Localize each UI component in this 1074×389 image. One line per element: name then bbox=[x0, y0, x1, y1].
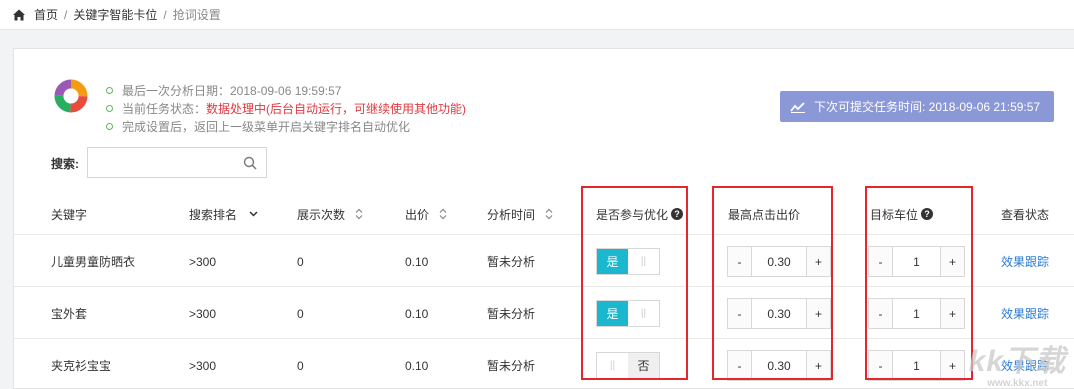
highlight-box-target-slot bbox=[865, 186, 973, 380]
cell-impressions: 0 bbox=[297, 254, 304, 269]
cell-impressions: 0 bbox=[297, 306, 304, 321]
cell-keyword: 宝外套 bbox=[51, 307, 88, 321]
col-keyword-label: 关键字 bbox=[51, 207, 88, 222]
tip-text: 完成设置后，返回上一级菜单开启关键字排名自动优化 bbox=[122, 119, 411, 134]
search-input[interactable] bbox=[88, 148, 238, 177]
last-analysis-text: 最后一次分析日期：2018-09-06 19:59:57 bbox=[122, 83, 342, 98]
breadcrumb-keyword-slot[interactable]: 关键字智能卡位 bbox=[73, 6, 157, 23]
settings-card: 最后一次分析日期：2018-09-06 19:59:57 当前任务状态： 数据处理… bbox=[13, 48, 1074, 389]
cell-rank: >300 bbox=[189, 254, 217, 269]
cell-rank: >300 bbox=[189, 358, 217, 373]
cell-bid: 0.10 bbox=[405, 306, 429, 321]
breadcrumb: 首页 / 关键字智能卡位 / 抢词设置 bbox=[0, 0, 1074, 30]
sort-icon bbox=[355, 208, 363, 220]
col-view-status-label: 查看状态 bbox=[1001, 207, 1050, 222]
search-box bbox=[87, 147, 267, 178]
col-keyword: 关键字 bbox=[51, 193, 87, 235]
info-tip: 完成设置后，返回上一级菜单开启关键字排名自动优化 bbox=[106, 117, 466, 135]
sort-icon bbox=[439, 208, 447, 220]
task-status-label: 当前任务状态： bbox=[122, 101, 207, 116]
status-dot-icon bbox=[106, 86, 113, 94]
col-rank[interactable]: 搜索排名 bbox=[189, 193, 258, 235]
track-effect-link[interactable]: 效果跟踪 bbox=[1001, 236, 1049, 287]
trend-chart-icon bbox=[790, 101, 805, 113]
cell-keyword: 夹克衫宝宝 bbox=[51, 359, 112, 373]
col-bid[interactable]: 出价 bbox=[405, 193, 447, 235]
breadcrumb-current: 抢词设置 bbox=[172, 8, 221, 22]
col-impressions[interactable]: 展示次数 bbox=[297, 193, 363, 235]
highlight-box-participate bbox=[581, 186, 688, 380]
breadcrumb-separator: / bbox=[64, 7, 68, 22]
next-submit-text: 下次可提交任务时间: 2018-09-06 21:59:57 bbox=[814, 100, 1041, 114]
task-status-value: 数据处理中(后台自动运行，可继续使用其他功能) bbox=[206, 101, 467, 116]
breadcrumb-home[interactable]: 首页 bbox=[34, 6, 58, 23]
col-view-status: 查看状态 bbox=[1001, 193, 1049, 235]
watermark: kk下载 www.kkx.net bbox=[969, 346, 1066, 389]
cell-analysis-time: 暂未分析 bbox=[487, 307, 536, 321]
col-bid-label: 出价 bbox=[405, 207, 430, 222]
status-dot-icon bbox=[106, 104, 113, 112]
highlight-box-max-bid bbox=[712, 186, 833, 380]
col-rank-label: 搜索排名 bbox=[189, 207, 238, 222]
home-icon[interactable] bbox=[12, 8, 26, 22]
watermark-url: www.kkx.net bbox=[987, 378, 1048, 389]
status-dot-icon bbox=[106, 122, 113, 130]
breadcrumb-separator: / bbox=[163, 7, 167, 22]
chevron-down-icon bbox=[249, 211, 258, 217]
cell-analysis-time: 暂未分析 bbox=[487, 255, 536, 269]
cell-analysis-time: 暂未分析 bbox=[487, 359, 536, 373]
sort-icon bbox=[545, 208, 553, 220]
search-icon[interactable] bbox=[243, 156, 257, 170]
cell-impressions: 0 bbox=[297, 358, 304, 373]
cell-keyword: 儿童男童防晒衣 bbox=[51, 255, 136, 269]
col-analysis-time-label: 分析时间 bbox=[487, 207, 536, 222]
track-effect-link[interactable]: 效果跟踪 bbox=[1001, 288, 1049, 339]
watermark-logo: kk下载 bbox=[968, 345, 1066, 378]
search-label: 搜索: bbox=[51, 157, 79, 171]
cell-bid: 0.10 bbox=[405, 254, 429, 269]
info-task-status: 当前任务状态： 数据处理中(后台自动运行，可继续使用其他功能) bbox=[106, 99, 466, 117]
info-last-analysis: 最后一次分析日期：2018-09-06 19:59:57 bbox=[106, 81, 466, 99]
next-submit-button[interactable]: 下次可提交任务时间: 2018-09-06 21:59:57 bbox=[780, 91, 1054, 122]
cell-bid: 0.10 bbox=[405, 358, 429, 373]
col-impressions-label: 展示次数 bbox=[297, 207, 346, 222]
task-info: 最后一次分析日期：2018-09-06 19:59:57 当前任务状态： 数据处理… bbox=[106, 81, 466, 135]
cell-rank: >300 bbox=[189, 306, 217, 321]
col-analysis-time[interactable]: 分析时间 bbox=[487, 193, 553, 235]
progress-donut-icon bbox=[54, 79, 88, 113]
